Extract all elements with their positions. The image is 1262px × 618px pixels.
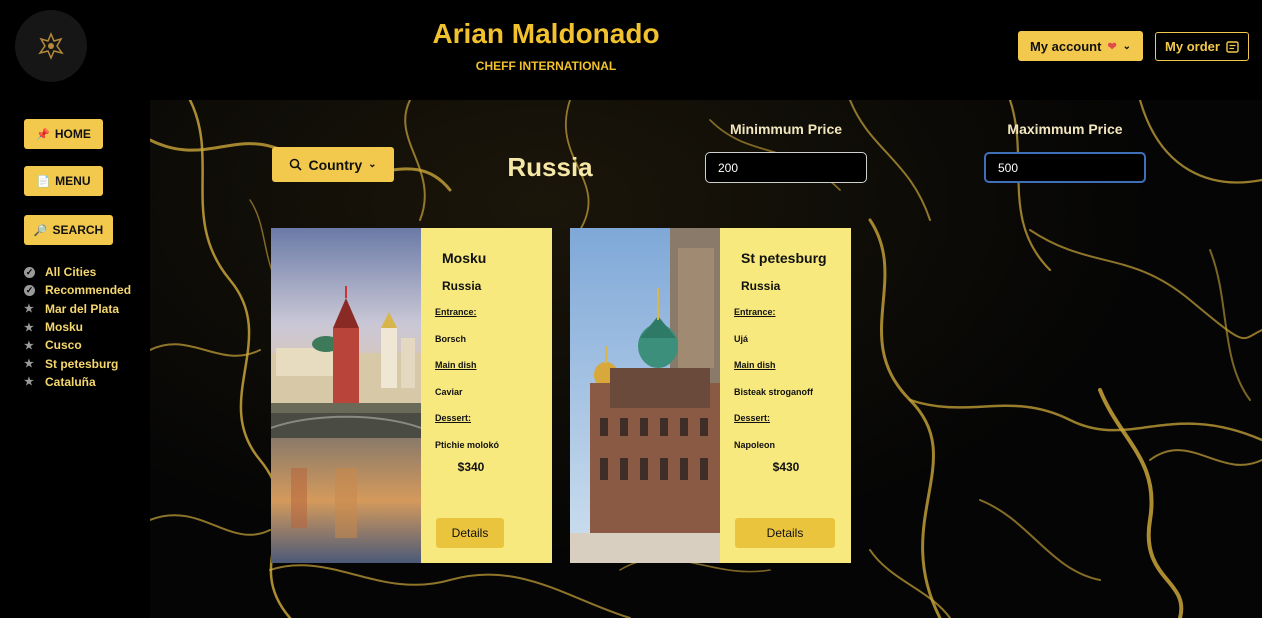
max-price-input[interactable]: 500 [984,152,1146,183]
sidebar-item-label: Mosku [45,320,84,335]
page-subtitle: CHEFF INTERNATIONAL [475,59,617,73]
dessert-label: Dessert: [435,413,472,423]
chevron-down-icon: ⌄ [368,159,377,170]
my-account-label: My account [1029,38,1102,54]
card-price: $430 [772,460,800,474]
sidebar-item-mar-del-plata[interactable]: ★ Mar del Plata [24,300,131,318]
card-city-name: St petesburg [741,250,827,266]
main-dish-label: Main dish [435,360,477,370]
main-dish-value: Caviar [435,387,463,397]
star-icon: ★ [24,303,34,316]
magnifier-icon: 🔎 [33,224,48,237]
entrance-label: Entrance: [435,307,477,317]
my-order-label: My order [1165,39,1220,54]
page-title: Arian Maldonado [432,18,660,49]
sidebar-item-label: Recommended [45,283,132,298]
card-price: $340 [457,460,485,474]
search-button[interactable]: 🔎 SEARCH [24,215,113,245]
search-icon [290,158,303,171]
entrance-label: Entrance: [734,307,776,317]
min-price-label: Minimmum Price [729,121,843,137]
country-dropdown-button[interactable]: Country ⌄ [272,147,394,182]
sidebar-item-cusco[interactable]: ★ Cusco [24,336,131,354]
sidebar-item-all-cities[interactable]: ✓ All Cities [24,263,131,281]
sidebar-item-label: Mar del Plata [45,301,120,316]
dish-card-info: Mosku Russia Entrance: Borsch Main dish … [421,228,552,563]
min-price-input[interactable]: 200 [705,152,867,183]
selected-country-title: Russia [507,152,593,182]
star-icon: ★ [24,339,34,352]
country-dropdown-label: Country [308,156,363,173]
main-dish-value: Bisteak stroganoff [734,387,814,397]
dessert-value: Ptichie molokó [435,440,500,450]
sidebar-item-recommended[interactable]: ✓ Recommended [24,281,131,299]
dish-card: St petesburg Russia Entrance: Ujá Main d… [570,228,851,563]
my-order-button[interactable]: My order [1155,32,1249,61]
sidebar-item-st-petesburg[interactable]: ★ St petesburg [24,354,131,372]
receipt-icon [1226,40,1239,53]
main-dish-label: Main dish [734,360,776,370]
sidebar-item-label: Cataluña [45,374,96,389]
details-button[interactable]: Details [436,518,504,548]
card-country-name: Russia [741,279,781,293]
card-country-name: Russia [442,279,482,293]
sidebar-item-cataluna[interactable]: ★ Cataluña [24,373,131,391]
scroll-icon: 📄 [36,175,51,188]
entrance-value: Ujá [734,334,749,344]
city-filter-list: ✓ All Cities ✓ Recommended ★ Mar del Pla… [24,263,131,391]
dessert-value: Napoleon [734,440,776,450]
star-icon: ★ [24,376,34,389]
max-price-label: Maximmum Price [1007,121,1123,137]
chevron-down-icon: ⌄ [1122,40,1132,52]
home-label: HOME [54,127,91,141]
sidebar-item-label: St petesburg [45,356,119,371]
dish-card-info: St petesburg Russia Entrance: Ujá Main d… [720,228,851,563]
menu-button[interactable]: 📄 MENU [24,166,103,196]
check-circle-icon: ✓ [24,266,35,278]
my-account-button[interactable]: My account ❤ ⌄ [1018,31,1143,61]
search-label: SEARCH [52,223,104,237]
star-icon: ★ [24,358,34,371]
logo[interactable] [15,10,87,82]
kiss-emoji-icon: ❤ [1107,40,1117,53]
dish-card: Mosku Russia Entrance: Borsch Main dish … [271,228,552,563]
details-button[interactable]: Details [735,518,835,548]
logo-emblem-icon [38,32,64,60]
city-photo-st-petersburg [570,228,720,563]
content-panel: Country ⌄ Russia Minimmum Price 200 Maxi… [150,100,1262,618]
entrance-value: Borsch [435,334,467,344]
sidebar-item-label: All Cities [45,265,97,280]
dessert-label: Dessert: [734,413,771,423]
menu-label: MENU [55,174,91,188]
sidebar-item-label: Cusco [45,338,82,353]
star-icon: ★ [24,321,34,334]
check-circle-icon: ✓ [24,284,35,296]
card-city-name: Mosku [442,250,487,266]
pushpin-icon: 📌 [36,128,50,141]
sidebar-item-mosku[interactable]: ★ Mosku [24,318,131,336]
city-photo-moscow [271,228,421,563]
home-button[interactable]: 📌 HOME [24,119,103,149]
